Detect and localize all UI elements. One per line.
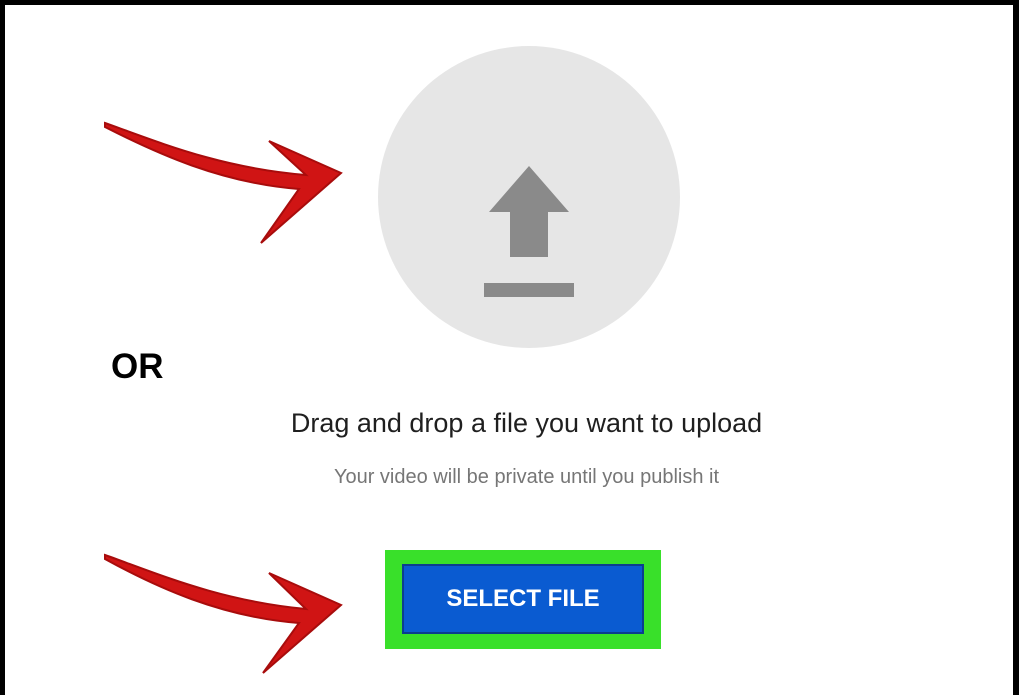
upload-drop-zone[interactable] (378, 46, 680, 348)
upload-panel: OR Drag and drop a file you want to uplo… (0, 0, 1019, 695)
red-arrow-annotation-bottom (104, 553, 343, 674)
select-file-button[interactable]: SELECT FILE (402, 564, 644, 634)
upload-title: Drag and drop a file you want to upload (290, 408, 763, 438)
upload-icon (484, 166, 574, 297)
red-arrow-annotation-top (104, 121, 343, 244)
or-label: OR (111, 347, 164, 386)
upload-subtitle: Your video will be private until you pub… (333, 466, 720, 488)
